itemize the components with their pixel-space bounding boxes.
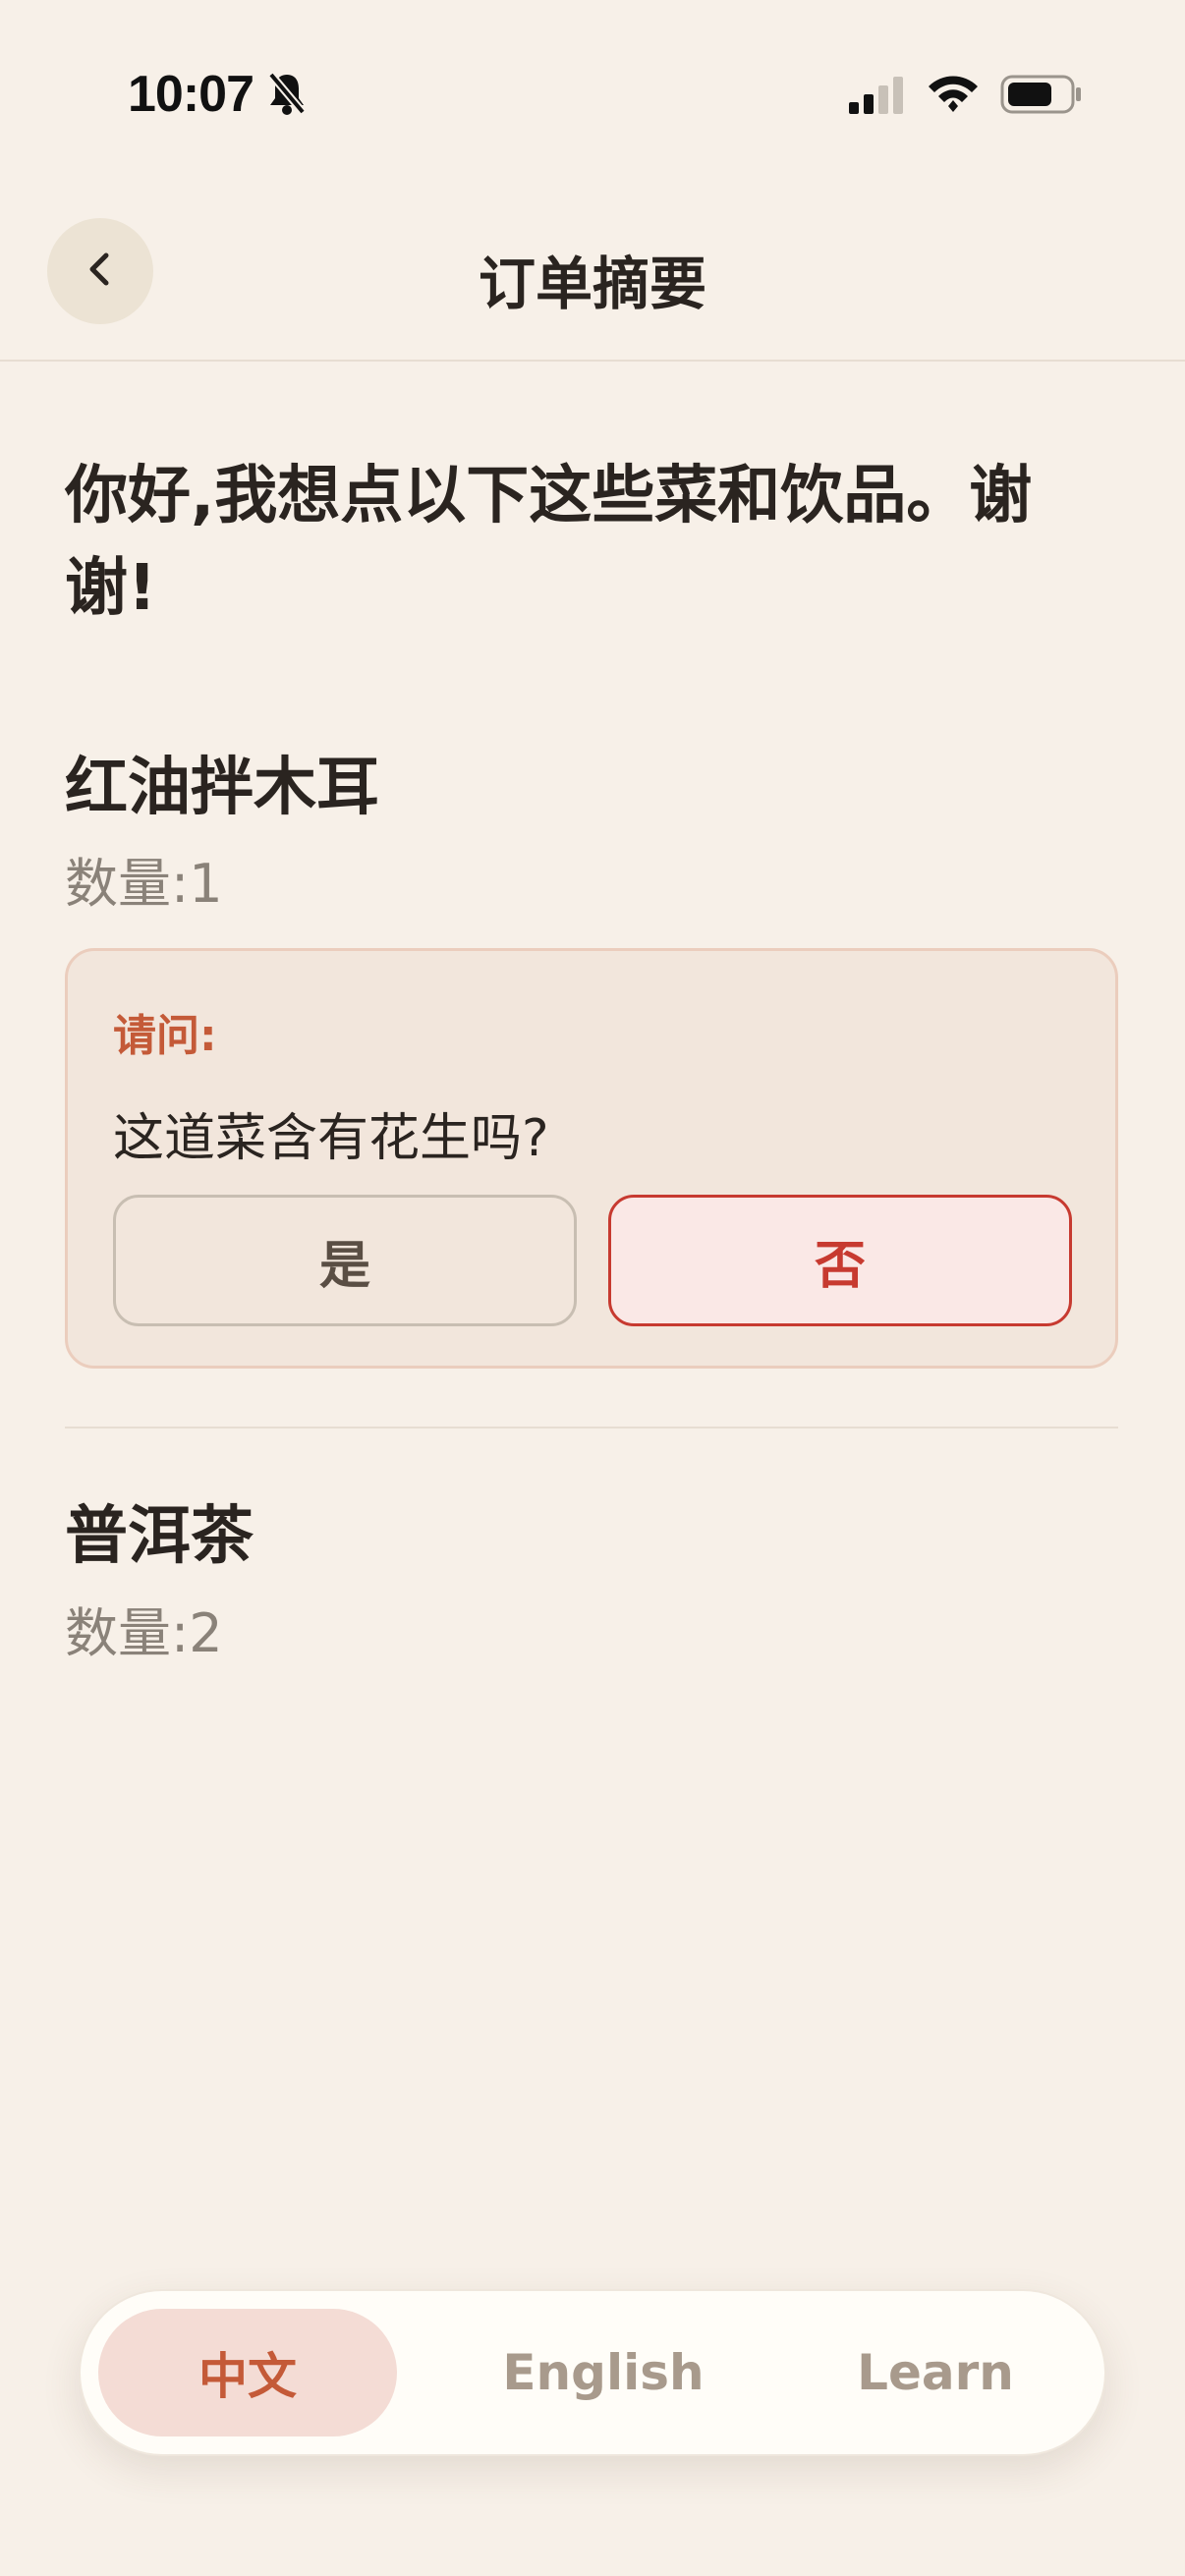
wifi-icon [926, 73, 981, 118]
question-text: 这道菜含有花生吗? [113, 1109, 549, 1168]
item-name: 普洱茶 [65, 1500, 254, 1573]
answer-no-button[interactable]: 否 [608, 1195, 1072, 1326]
bell-slash-icon [267, 71, 307, 120]
question-label: 请问: [113, 1011, 217, 1061]
allergen-question-card: 请问: 这道菜含有花生吗? 是 否 [65, 948, 1118, 1369]
page-title: 订单摘要 [478, 251, 706, 317]
tab-english[interactable]: English [436, 2309, 770, 2436]
tab-chinese[interactable]: 中文 [98, 2309, 397, 2436]
status-bar: 10:07 [0, 0, 1185, 187]
tab-learn[interactable]: Learn [788, 2309, 1083, 2436]
item-quantity: 数量:2 [65, 1602, 223, 1664]
item-quantity: 数量:1 [65, 853, 223, 915]
status-time: 10:07 [128, 66, 254, 123]
cellular-signal-icon [849, 77, 908, 120]
nav-header: 订单摘要 [0, 206, 1185, 362]
battery-icon [1000, 75, 1083, 118]
order-intro-text: 你好,我想点以下这些菜和饮品。谢谢! [65, 460, 1033, 625]
language-tab-bar: 中文 English Learn [79, 2289, 1106, 2456]
item-name: 红油拌木耳 [65, 752, 379, 824]
divider [65, 1427, 1118, 1428]
answer-yes-button[interactable]: 是 [113, 1195, 577, 1326]
